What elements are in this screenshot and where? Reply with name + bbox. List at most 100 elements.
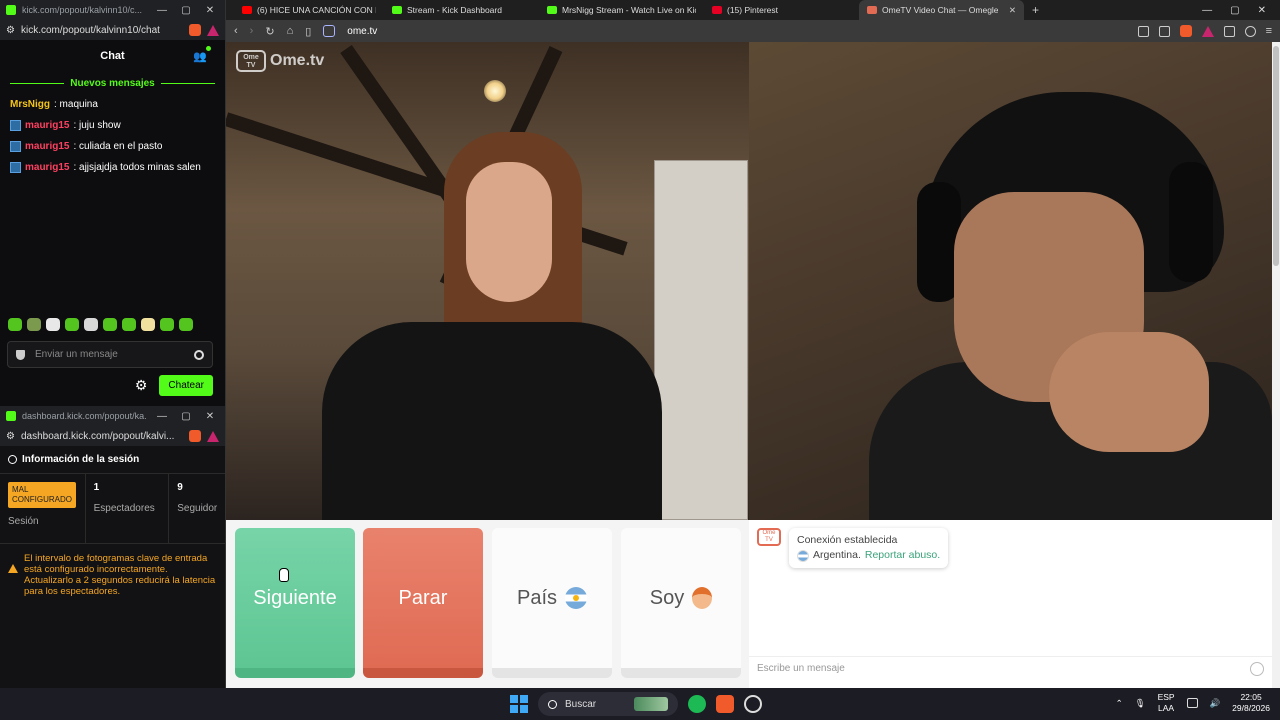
taskbar-search[interactable]: Buscar — [538, 692, 678, 716]
followers-stat: 9 Seguidor — [169, 474, 225, 543]
emote-icon[interactable] — [160, 318, 174, 331]
browser-tab[interactable]: (6) HICE UNA CANCIÓN CON MORTE — [234, 0, 384, 20]
volume-icon[interactable]: 🔊 — [1210, 698, 1221, 709]
minimize-button[interactable]: — — [1202, 5, 1212, 16]
brave-shields-icon[interactable] — [189, 430, 201, 442]
hand-cursor-icon — [279, 568, 289, 582]
ometv-text-chat: Ome TV Conexión establecida Argentina. R… — [749, 520, 1272, 688]
close-button[interactable]: ✕ — [1258, 5, 1266, 16]
network-icon[interactable] — [1186, 698, 1198, 709]
language-indicator[interactable]: ESP LAA — [1158, 692, 1175, 714]
home-icon[interactable]: ⌂ — [287, 25, 294, 37]
language-top: ESP — [1157, 692, 1175, 702]
chat-message: maurig15 : juju show — [0, 115, 225, 136]
minimize-button[interactable]: — — [153, 411, 171, 422]
site-settings-icon[interactable]: ⚙ — [6, 25, 15, 36]
emote-icon[interactable] — [141, 318, 155, 331]
kick-favicon-icon — [6, 5, 16, 15]
send-chat-button[interactable]: Chatear — [159, 375, 213, 396]
chat-username[interactable]: MrsNigg — [10, 99, 50, 110]
obs-icon[interactable] — [744, 695, 762, 713]
windows-start-icon[interactable] — [510, 695, 528, 713]
emote-icon[interactable] — [46, 318, 60, 331]
warning-icon — [8, 564, 18, 573]
stop-button[interactable]: Parar — [363, 528, 483, 678]
emote-icon[interactable] — [179, 318, 193, 331]
back-icon[interactable]: ‹ — [234, 25, 238, 37]
browser-tab[interactable]: MrsNigg Stream - Watch Live on Kick — [539, 0, 704, 20]
emoji-picker-icon[interactable] — [194, 349, 204, 360]
dashboard-address-bar: ⚙ dashboard.kick.com/popout/kalvi... — [0, 426, 225, 446]
clock[interactable]: 22:05 29/8/2026 — [1232, 692, 1270, 714]
translate-icon[interactable] — [1137, 25, 1149, 37]
brave-shields-icon[interactable] — [1179, 25, 1192, 37]
chat-window-url[interactable]: kick.com/popout/kalvinn10/chat — [21, 25, 183, 36]
message-input[interactable]: Escribe un mensaje — [749, 656, 1272, 680]
minimize-button[interactable]: — — [153, 5, 171, 16]
brave-rewards-icon[interactable] — [207, 430, 219, 442]
gender-button-label: Soy — [649, 586, 685, 609]
chat-username[interactable]: maurig15 — [25, 162, 69, 173]
browser-tab[interactable]: Stream - Kick Dashboard — [384, 0, 539, 20]
emote-icon[interactable] — [122, 318, 136, 331]
users-icon[interactable]: 👥 — [193, 46, 211, 63]
brave-browser-icon[interactable] — [716, 695, 734, 713]
emoji-icon[interactable] — [1250, 661, 1264, 676]
emote-icon[interactable] — [27, 318, 41, 331]
chat-message-text: : maquina — [54, 99, 98, 110]
brave-rewards-icon[interactable] — [1201, 25, 1214, 37]
browser-tab[interactable]: (15) Pinterest — [704, 0, 859, 20]
next-button-label: Siguiente — [253, 586, 337, 609]
maximize-button[interactable]: ▢ — [1230, 5, 1239, 16]
chat-username[interactable]: maurig15 — [25, 141, 69, 152]
spotify-icon[interactable] — [688, 695, 706, 713]
cast-icon[interactable] — [1158, 25, 1170, 37]
close-button[interactable]: ✕ — [201, 411, 219, 422]
report-abuse-link[interactable]: Reportar abuso. — [865, 548, 940, 563]
close-button[interactable]: ✕ — [201, 5, 219, 16]
brave-rewards-icon[interactable] — [207, 24, 219, 36]
country-button[interactable]: País — [492, 528, 612, 678]
gear-icon[interactable]: ⚙ — [135, 377, 148, 394]
chat-username[interactable]: maurig15 — [25, 120, 69, 131]
emote-icon[interactable] — [103, 318, 117, 331]
new-tab-button[interactable]: + — [1032, 3, 1039, 17]
browser-tab[interactable]: OmeTV Video Chat — Omegle ✕ — [859, 0, 1024, 20]
tab-close-icon[interactable]: ✕ — [1009, 5, 1016, 16]
taskbar-search-label: Buscar — [565, 698, 597, 710]
page-scrollbar[interactable] — [1272, 42, 1280, 688]
next-button[interactable]: Siguiente — [235, 528, 355, 678]
windows-taskbar: Buscar ⌃ 🎙 ESP LAA 🔊 22:05 29/8/2026 — [0, 688, 1280, 720]
keyframe-warning: El intervalo de fotogramas clave de entr… — [0, 544, 225, 608]
gender-button[interactable]: Soy — [621, 528, 741, 678]
bookmark-icon[interactable]: ▯ — [305, 25, 311, 38]
address-bar[interactable]: ome.tv — [347, 26, 1125, 37]
ometv-logo-text: Ome.tv — [270, 52, 325, 69]
tab-favicon-icon — [867, 6, 877, 14]
chat-message-text: : juju show — [73, 120, 121, 131]
self-camera-video — [749, 42, 1272, 520]
maximize-button[interactable]: ▢ — [177, 5, 195, 16]
forward-icon[interactable]: › — [250, 25, 254, 37]
emote-icon[interactable] — [8, 318, 22, 331]
ometv-controls: Siguiente Parar País Soy — [226, 520, 749, 688]
wallet-icon[interactable] — [1244, 25, 1256, 37]
extensions-icon[interactable] — [1223, 25, 1235, 37]
microphone-icon[interactable]: 🎙 — [1135, 698, 1146, 709]
tab-favicon-icon — [242, 6, 252, 14]
connection-status: Conexión establecida — [797, 534, 898, 546]
dashboard-window-url[interactable]: dashboard.kick.com/popout/kalvi... — [21, 431, 183, 442]
chat-message-text: : ajjsjajdja todos minas salen — [73, 162, 201, 173]
clock-time: 22:05 — [1240, 692, 1262, 702]
chat-message-input[interactable]: Enviar un mensaje — [7, 341, 213, 368]
brave-shields-icon[interactable] — [189, 24, 201, 36]
stranger-country: Argentina. — [813, 549, 861, 562]
emote-icon[interactable] — [65, 318, 79, 331]
menu-icon[interactable]: ≡ — [1266, 25, 1272, 37]
reload-icon[interactable]: ↻ — [265, 25, 274, 38]
site-settings-icon[interactable]: ⚙ — [6, 431, 15, 442]
emote-icon[interactable] — [84, 318, 98, 331]
maximize-button[interactable]: ▢ — [177, 411, 195, 422]
dashboard-window-title: dashboard.kick.com/popout/ka... — [22, 411, 147, 421]
chevron-up-icon[interactable]: ⌃ — [1116, 698, 1123, 709]
